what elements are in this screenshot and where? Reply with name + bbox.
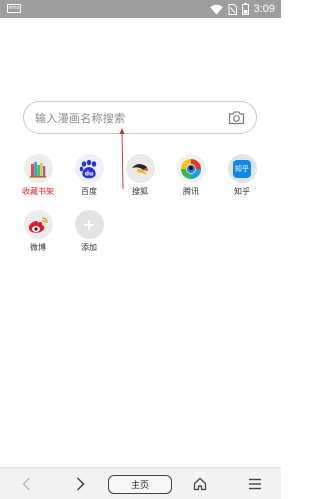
sim-missing-icon [228, 3, 237, 15]
back-button[interactable] [14, 468, 38, 499]
camera-icon[interactable] [228, 110, 245, 125]
weibo-icon [23, 210, 53, 239]
menu-icon [249, 478, 261, 490]
shortcut-label: 知乎 [234, 187, 250, 196]
battery-icon [241, 3, 249, 15]
plus-icon [74, 210, 104, 239]
home-button[interactable]: 主页 [108, 475, 172, 494]
status-icons: 3:09 [209, 0, 275, 18]
forward-button[interactable] [68, 468, 92, 499]
bookshelf-icon [23, 154, 53, 183]
house-icon [193, 477, 207, 491]
shortcut-label: 微博 [30, 243, 46, 252]
shortcut-tencent[interactable]: 腾讯 [166, 154, 216, 197]
status-time: 3:09 [253, 3, 275, 15]
chevron-left-icon [21, 477, 30, 491]
shortcut-label: 百度 [81, 187, 97, 196]
sohu-icon [125, 154, 155, 183]
search-placeholder: 输入漫画名称搜索 [35, 112, 126, 125]
chevron-right-icon [76, 477, 85, 491]
shortcut-label: 腾讯 [183, 187, 199, 196]
baidu-icon: du [74, 154, 104, 183]
shortcut-label: 添加 [81, 243, 97, 252]
status-bar: ems 3:09 [0, 0, 281, 18]
tencent-icon [176, 154, 206, 183]
shortcut-sohu[interactable]: 搜狐 [115, 154, 165, 197]
shortcut-label: 收藏书架 [22, 187, 54, 196]
wifi-icon [209, 4, 223, 14]
shortcut-baidu[interactable]: du 百度 [64, 154, 114, 197]
search-input[interactable]: 输入漫画名称搜索 [23, 101, 257, 134]
status-badge: ems [7, 4, 21, 13]
zhihu-icon: 知乎 [227, 154, 257, 183]
browser-screen: ems 3:09 输入漫画名称搜索 收藏书架 du 百度 搜狐 腾讯 知乎 知乎… [0, 0, 281, 499]
shortcut-bookshelf[interactable]: 收藏书架 [13, 154, 63, 197]
bottom-nav: 主页 [0, 467, 281, 499]
shortcut-zhihu[interactable]: 知乎 知乎 [217, 154, 267, 197]
shortcut-label: 搜狐 [132, 187, 148, 196]
svg-text:du: du [85, 170, 94, 177]
shortcut-weibo[interactable]: 微博 [13, 210, 63, 253]
menu-button[interactable] [243, 468, 267, 499]
shortcut-add[interactable]: 添加 [64, 210, 114, 253]
zhihu-badge: 知乎 [233, 159, 251, 178]
house-button[interactable] [188, 468, 212, 499]
